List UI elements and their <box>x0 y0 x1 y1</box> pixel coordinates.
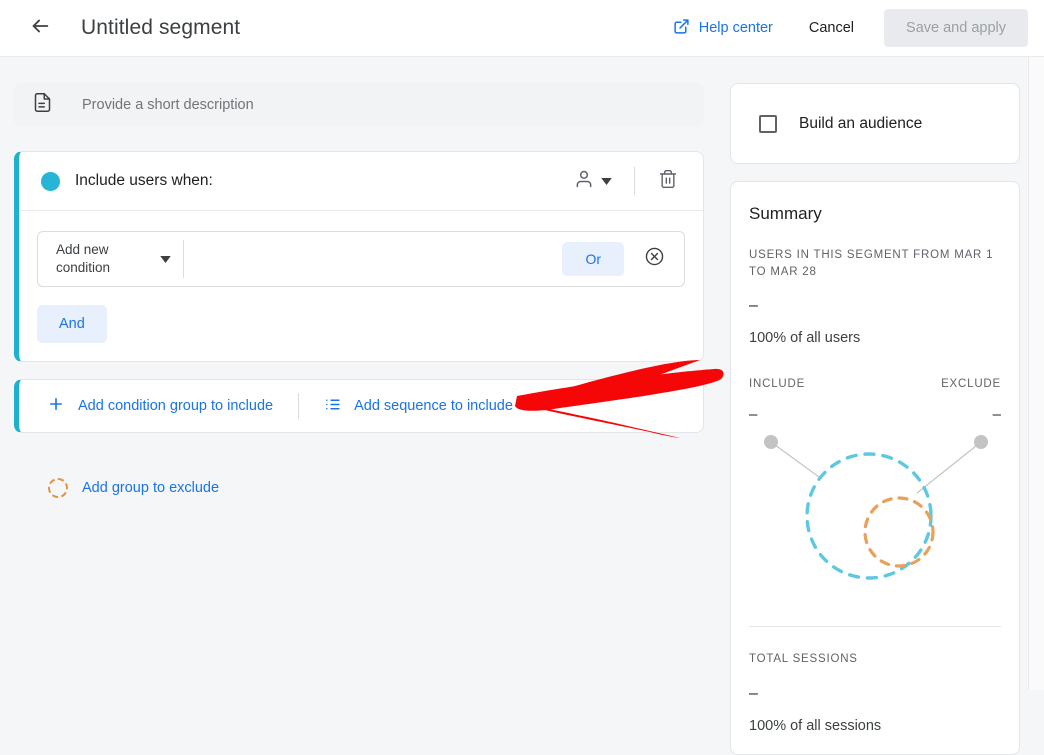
add-group-bar: Add condition group to include Add seque… <box>14 379 704 433</box>
users-in-segment-value: – <box>749 297 1001 315</box>
build-audience-panel[interactable]: Build an audience <box>730 83 1020 164</box>
or-button[interactable]: Or <box>562 242 624 276</box>
trash-icon <box>658 169 678 194</box>
group-color-dot <box>41 172 60 191</box>
include-label: Include <box>749 376 805 393</box>
condition-select-value: Add new condition <box>56 241 138 277</box>
add-condition-group-button[interactable]: Add condition group to include <box>37 387 283 425</box>
venn-labels-row: Include Exclude <box>749 376 1001 393</box>
add-sequence-label: Add sequence to include <box>354 398 513 414</box>
include-card-body: Add new condition Or <box>19 211 703 361</box>
external-link-icon <box>673 18 690 39</box>
caret-down-icon <box>601 172 612 190</box>
users-percent-label: 100% of all users <box>749 330 1001 346</box>
back-button[interactable] <box>20 8 60 48</box>
app-header: Untitled segment Help center Cancel Save… <box>0 0 1044 57</box>
summary-title: Summary <box>749 204 1001 224</box>
page-content: Provide a short description Include user… <box>0 57 1044 690</box>
add-group-to-exclude-button[interactable]: Add group to exclude <box>40 472 227 504</box>
condition-divider <box>183 240 184 278</box>
page-title: Untitled segment <box>81 16 240 40</box>
add-bar-divider <box>298 393 299 419</box>
add-sequence-button[interactable]: Add sequence to include <box>314 388 523 425</box>
scope-selector-button[interactable] <box>566 162 620 201</box>
circle-x-icon <box>644 246 665 272</box>
numbered-list-icon <box>324 396 341 417</box>
include-users-label: Include users when: <box>75 172 213 190</box>
summary-column: Build an audience Summary Users in this … <box>730 83 1020 755</box>
person-icon <box>574 169 594 194</box>
arrow-left-icon <box>29 15 51 42</box>
summary-divider <box>749 626 1001 627</box>
header-divider <box>634 167 635 195</box>
condition-row: Add new condition Or <box>37 231 685 287</box>
total-sessions-label: Total sessions <box>749 651 1001 668</box>
add-condition-group-label: Add condition group to include <box>78 398 273 414</box>
include-condition-group-card: Include users when: <box>14 151 704 362</box>
summary-panel: Summary Users in this segment from Mar 1… <box>730 181 1020 755</box>
save-and-apply-button[interactable]: Save and apply <box>884 9 1028 47</box>
checkbox-unchecked-icon[interactable] <box>759 115 777 133</box>
and-button[interactable]: And <box>37 305 107 343</box>
venn-diagram <box>749 421 1001 602</box>
add-new-condition-select[interactable]: Add new condition <box>38 232 183 286</box>
exclude-label: Exclude <box>941 376 1001 393</box>
users-in-segment-label: Users in this segment from Mar 1 to Mar … <box>749 247 1001 280</box>
document-icon <box>32 92 53 118</box>
description-placeholder: Provide a short description <box>82 97 254 113</box>
include-card-header: Include users when: <box>19 152 703 211</box>
add-group-to-exclude-label: Add group to exclude <box>82 480 219 496</box>
cancel-button[interactable]: Cancel <box>795 11 868 45</box>
help-center-link[interactable]: Help center <box>665 10 781 47</box>
delete-group-button[interactable] <box>649 162 687 200</box>
plus-icon <box>47 395 65 417</box>
build-audience-label: Build an audience <box>799 115 922 133</box>
remove-condition-button[interactable] <box>638 243 670 275</box>
dashed-circle-icon <box>48 478 68 498</box>
help-center-label: Help center <box>699 20 773 36</box>
total-sessions-value: – <box>749 685 1001 703</box>
description-field[interactable]: Provide a short description <box>14 83 704 126</box>
caret-down-icon <box>160 250 171 268</box>
total-sessions-percent: 100% of all sessions <box>749 718 1001 734</box>
segment-builder-column: Provide a short description Include user… <box>14 83 704 504</box>
total-sessions-block: Total sessions – 100% of all sessions <box>749 651 1001 734</box>
page-scrollbar[interactable] <box>1028 57 1044 690</box>
